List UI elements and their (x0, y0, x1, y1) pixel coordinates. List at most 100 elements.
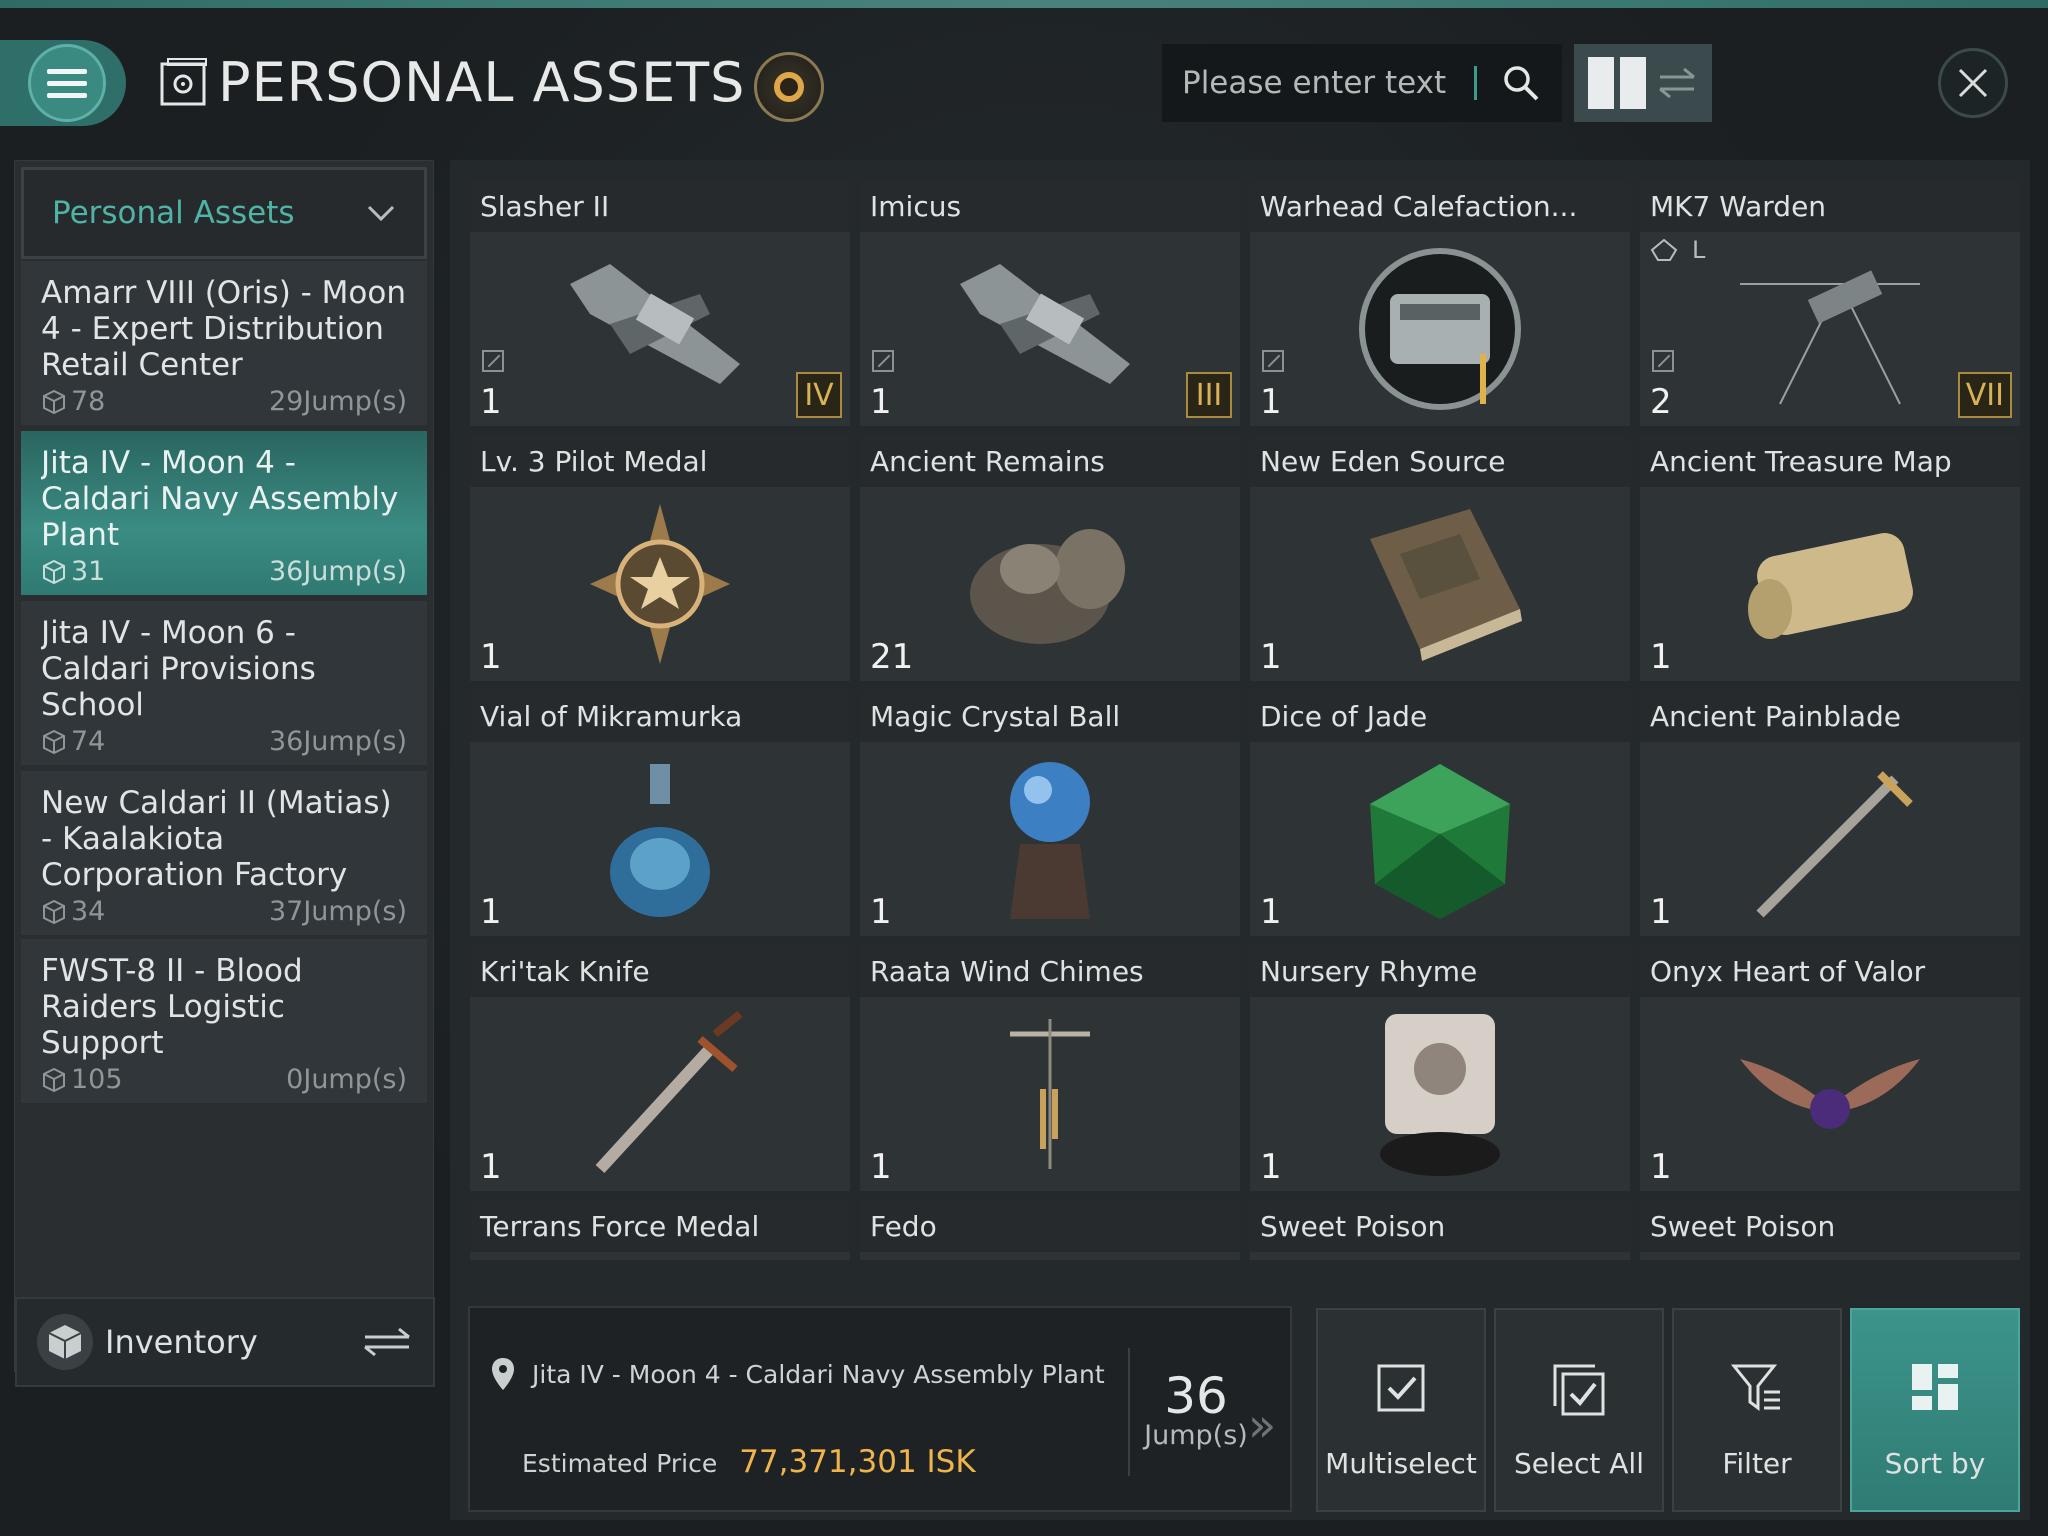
size-value: L (1692, 236, 1706, 264)
filter-icon (1730, 1364, 1780, 1411)
asset-name: Onyx Heart of Valor (1640, 945, 2020, 997)
select-all-button[interactable]: Select All (1494, 1308, 1664, 1512)
location-item[interactable]: Jita IV - Moon 6 - Caldari Provisions Sc… (21, 601, 427, 765)
cube-icon (43, 389, 65, 414)
list-view-icon[interactable] (1656, 61, 1698, 105)
asset-card[interactable]: Magic Crystal Ball 1 (860, 690, 1240, 936)
asset-name: Dice of Jade (1250, 690, 1630, 742)
item-count-value: 105 (71, 1064, 123, 1095)
inventory-button[interactable]: Inventory (15, 1297, 435, 1387)
double-chevron-icon[interactable]: » (1248, 1398, 1276, 1452)
dropdown-label: Personal Assets (52, 195, 295, 231)
sort-grid-icon (1912, 1364, 1958, 1410)
select-all-icon (1553, 1364, 1605, 1416)
asset-card[interactable]: Sweet Poison (1640, 1200, 2020, 1260)
location-sidebar: Personal Assets Amarr VIII (Oris) - Moon… (14, 160, 435, 1387)
price-value: 77,371,301 ISK (739, 1444, 976, 1480)
item-count: 74 (41, 726, 105, 757)
vial-icon (540, 746, 780, 931)
asset-name: Raata Wind Chimes (860, 945, 1240, 997)
asset-card[interactable]: Onyx Heart of Valor 1 (1640, 945, 2020, 1191)
checkbox-icon (1377, 1364, 1425, 1412)
location-item[interactable]: Jita IV - Moon 4 - Caldari Navy Assembly… (21, 431, 427, 595)
asset-card[interactable]: Nursery Rhyme 1 (1250, 945, 1630, 1191)
multiselect-button[interactable]: Multiselect (1316, 1308, 1486, 1512)
asset-card[interactable]: New Eden Source 1 (1250, 435, 1630, 681)
asset-quantity: 1 (480, 382, 502, 422)
footer-location-text: Jita IV - Moon 4 - Caldari Navy Assembly… (532, 1359, 1105, 1389)
location-item[interactable]: FWST-8 II - Blood Raiders Logistic Suppo… (21, 939, 427, 1103)
jump-distance: 36Jump(s) (268, 726, 407, 757)
drone-icon (1710, 236, 1950, 421)
size-class: L (1650, 236, 1705, 264)
item-count-value: 31 (71, 556, 106, 587)
book-icon (1320, 491, 1560, 676)
asset-card[interactable]: Ancient Remains 21 (860, 435, 1240, 681)
location-item[interactable]: New Caldari II (Matias) - Kaalakiota Cor… (21, 771, 427, 935)
asset-card[interactable]: Slasher II 1 IV (470, 180, 850, 426)
asset-quantity: 1 (480, 1147, 502, 1187)
asset-card[interactable]: Terrans Force Medal (470, 1200, 850, 1260)
hamburger-icon (28, 44, 106, 122)
asset-quantity: 1 (1650, 1147, 1672, 1187)
asset-quantity: 1 (1260, 637, 1282, 677)
sort-by-button[interactable]: Sort by (1850, 1308, 2020, 1512)
asset-card[interactable]: Dice of Jade 1 (1250, 690, 1630, 936)
cube-icon (43, 1067, 65, 1092)
knife-icon (540, 1001, 780, 1186)
chevron-down-icon (367, 205, 395, 222)
jump-distance: 36Jump(s) (268, 556, 407, 587)
grid-view-icon[interactable] (1588, 57, 1646, 109)
asset-name: Sweet Poison (1250, 1200, 1630, 1252)
asset-quantity: 1 (870, 1147, 892, 1187)
asset-card[interactable]: Raata Wind Chimes 1 (860, 945, 1240, 1191)
close-button[interactable] (1938, 48, 2008, 118)
location-meta: 34 37Jump(s) (41, 896, 407, 927)
safe-icon (160, 58, 207, 106)
asset-card[interactable]: Fedo (860, 1200, 1240, 1260)
asset-type-dropdown[interactable]: Personal Assets (21, 167, 427, 259)
asset-name: Ancient Painblade (1640, 690, 2020, 742)
asset-card[interactable]: Imicus 1 III (860, 180, 1240, 426)
cube-icon (43, 729, 65, 754)
asset-quantity: 21 (870, 637, 914, 677)
asset-card[interactable]: MK7 Warden L 2 VII (1640, 180, 2020, 426)
asset-card[interactable]: Warhead Calefaction... 1 (1250, 180, 1630, 426)
item-count: 34 (41, 896, 105, 927)
blade-icon (1710, 746, 1950, 931)
main-menu-button[interactable] (0, 40, 126, 126)
location-name: New Caldari II (Matias) - Kaalakiota Cor… (41, 785, 392, 893)
filter-button[interactable]: Filter (1672, 1308, 1842, 1512)
price-label: Estimated Price (522, 1449, 718, 1478)
remains-icon (930, 491, 1170, 676)
location-name: Amarr VIII (Oris) - Moon 4 - Expert Dist… (41, 275, 407, 383)
location-meta: 78 29Jump(s) (41, 386, 407, 417)
asset-card[interactable]: Ancient Painblade 1 (1640, 690, 2020, 936)
jump-count[interactable]: 36 Jump(s) (1130, 1370, 1262, 1450)
search-input[interactable]: Please enter text (1182, 65, 1472, 101)
asset-quantity: 1 (1260, 892, 1282, 932)
view-mode-toggle[interactable] (1574, 44, 1712, 122)
asset-card[interactable]: Kri'tak Knife 1 (470, 945, 850, 1191)
cube-icon (37, 1314, 93, 1370)
asset-card[interactable]: Ancient Treasure Map 1 (1640, 435, 2020, 681)
asset-card[interactable]: Sweet Poison (1250, 1200, 1630, 1260)
warhead-module-icon (1320, 236, 1560, 421)
asset-name: New Eden Source (1250, 435, 1630, 487)
inventory-label: Inventory (105, 1323, 258, 1361)
asset-card[interactable]: Vial of Mikramurka 1 (470, 690, 850, 936)
asset-name: Fedo (860, 1200, 1240, 1252)
location-item[interactable]: Amarr VIII (Oris) - Moon 4 - Expert Dist… (21, 261, 427, 425)
item-count: 78 (41, 386, 105, 417)
asset-card[interactable]: Lv. 3 Pilot Medal 1 (470, 435, 850, 681)
switch-arrows-icon[interactable] (361, 1325, 413, 1359)
search-bar[interactable]: Please enter text (1162, 44, 1562, 122)
asset-name: Ancient Treasure Map (1640, 435, 2020, 487)
search-icon[interactable] (1501, 63, 1541, 103)
medal-icon (540, 491, 780, 676)
jump-distance: 37Jump(s) (268, 896, 407, 927)
scroll-map-icon (1710, 491, 1950, 676)
item-count: 105 (41, 1064, 123, 1095)
tech-tier-badge: VII (1957, 372, 2012, 418)
settings-coin-button[interactable] (754, 52, 824, 122)
